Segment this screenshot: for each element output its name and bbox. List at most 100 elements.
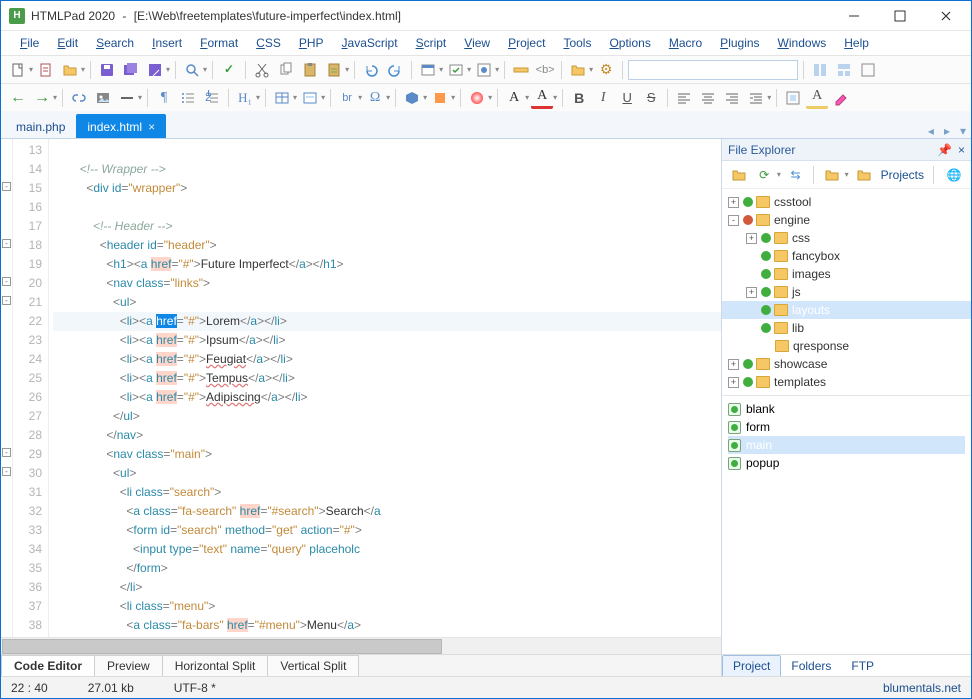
- strike-icon[interactable]: S: [640, 87, 662, 109]
- view-tab-preview[interactable]: Preview: [94, 655, 163, 676]
- bold-icon[interactable]: B: [568, 87, 590, 109]
- menu-script[interactable]: Script: [407, 33, 456, 53]
- new-project-icon[interactable]: [35, 59, 57, 81]
- menu-search[interactable]: Search: [87, 33, 143, 53]
- file-main[interactable]: main: [728, 436, 965, 454]
- save-icon[interactable]: [96, 59, 118, 81]
- menu-php[interactable]: PHP: [290, 33, 333, 53]
- tabs-next-icon[interactable]: ▸: [939, 124, 955, 138]
- window-layout-icon[interactable]: [833, 59, 855, 81]
- table-icon[interactable]: [271, 87, 293, 109]
- menu-windows[interactable]: Windows: [769, 33, 836, 53]
- window-split-icon[interactable]: [809, 59, 831, 81]
- close-button[interactable]: [923, 1, 969, 31]
- save-all-icon[interactable]: [120, 59, 142, 81]
- file-list[interactable]: blankformmainpopup: [722, 396, 971, 654]
- globe-icon[interactable]: 🌐: [943, 164, 965, 186]
- clipboard-history-icon[interactable]: [323, 59, 345, 81]
- close-tab-icon[interactable]: ×: [148, 120, 155, 134]
- folder-qresponse[interactable]: qresponse: [722, 337, 971, 355]
- omega-icon[interactable]: Ω: [364, 87, 386, 109]
- sync-icon[interactable]: ⇆: [785, 164, 806, 186]
- folder-showcase[interactable]: +showcase: [722, 355, 971, 373]
- frame-icon[interactable]: [782, 87, 804, 109]
- folder-engine[interactable]: -engine: [722, 211, 971, 229]
- menu-plugins[interactable]: Plugins: [711, 33, 768, 53]
- form-icon[interactable]: [299, 87, 321, 109]
- menu-css[interactable]: CSS: [247, 33, 290, 53]
- save-as-icon[interactable]: [144, 59, 166, 81]
- back-icon[interactable]: ←: [7, 87, 29, 109]
- file-form[interactable]: form: [728, 418, 965, 436]
- tag-icon[interactable]: [401, 87, 423, 109]
- ul-icon[interactable]: [177, 87, 199, 109]
- highlight-icon[interactable]: A: [806, 87, 828, 109]
- menu-tools[interactable]: Tools: [554, 33, 600, 53]
- undo-icon[interactable]: [360, 59, 382, 81]
- folder-csstool[interactable]: +csstool: [722, 193, 971, 211]
- paragraph-icon[interactable]: ¶: [153, 87, 175, 109]
- open-project-icon[interactable]: [821, 164, 842, 186]
- code-editor[interactable]: ------ 131415161718192021222324252627282…: [1, 139, 721, 637]
- link-icon[interactable]: [68, 87, 90, 109]
- menu-format[interactable]: Format: [191, 33, 247, 53]
- folder-tool-icon[interactable]: [567, 59, 589, 81]
- horizontal-scrollbar[interactable]: [1, 637, 721, 654]
- italic-icon[interactable]: I: [592, 87, 614, 109]
- quick-search-input[interactable]: [628, 60, 798, 80]
- panel-tab-ftp[interactable]: FTP: [841, 655, 884, 676]
- folder-images[interactable]: images: [722, 265, 971, 283]
- projects-icon[interactable]: [853, 164, 875, 186]
- redo-icon[interactable]: [384, 59, 406, 81]
- menu-view[interactable]: View: [455, 33, 499, 53]
- fullscreen-icon[interactable]: [857, 59, 879, 81]
- cut-icon[interactable]: [251, 59, 273, 81]
- view-tab-vertical-split[interactable]: Vertical Split: [267, 655, 359, 676]
- underline-icon[interactable]: U: [616, 87, 638, 109]
- folder-layouts[interactable]: layouts: [722, 301, 971, 319]
- eraser-icon[interactable]: [830, 87, 852, 109]
- image-icon[interactable]: [92, 87, 114, 109]
- ruler-icon[interactable]: [510, 59, 532, 81]
- forward-icon[interactable]: →: [31, 87, 53, 109]
- color-wheel-icon[interactable]: [466, 87, 488, 109]
- menu-macro[interactable]: Macro: [660, 33, 711, 53]
- open-file-icon[interactable]: [59, 59, 81, 81]
- align-center-icon[interactable]: [697, 87, 719, 109]
- tabs-menu-icon[interactable]: ▾: [955, 124, 971, 138]
- search-icon[interactable]: [181, 59, 203, 81]
- folder-tree[interactable]: +csstool-engine+cssfancyboximages+jslayo…: [722, 189, 971, 396]
- menu-options[interactable]: Options: [600, 33, 659, 53]
- spellcheck-icon[interactable]: ✓: [218, 59, 240, 81]
- panel-tab-project[interactable]: Project: [722, 655, 781, 676]
- browser-preview-icon[interactable]: [417, 59, 439, 81]
- font-color-icon[interactable]: A: [531, 87, 553, 109]
- settings-icon[interactable]: ⚙: [595, 59, 617, 81]
- validate-icon[interactable]: [445, 59, 467, 81]
- folder-css[interactable]: +css: [722, 229, 971, 247]
- div-icon[interactable]: [429, 87, 451, 109]
- format-icon[interactable]: [473, 59, 495, 81]
- maximize-button[interactable]: [877, 1, 923, 31]
- file-popup[interactable]: popup: [728, 454, 965, 472]
- tab-index-html[interactable]: index.html×: [76, 114, 166, 138]
- menu-edit[interactable]: Edit: [48, 33, 87, 53]
- panel-tab-folders[interactable]: Folders: [781, 655, 841, 676]
- align-left-icon[interactable]: [673, 87, 695, 109]
- pin-icon[interactable]: 📌: [937, 143, 952, 157]
- close-panel-icon[interactable]: ×: [958, 143, 965, 157]
- font-icon[interactable]: A: [503, 87, 525, 109]
- folder-templates[interactable]: +templates: [722, 373, 971, 391]
- hr-icon[interactable]: [116, 87, 138, 109]
- refresh-icon[interactable]: ⟳: [753, 164, 774, 186]
- indent-icon[interactable]: [745, 87, 767, 109]
- ol-icon[interactable]: 12: [201, 87, 223, 109]
- menu-help[interactable]: Help: [835, 33, 878, 53]
- menu-project[interactable]: Project: [499, 33, 554, 53]
- projects-label[interactable]: Projects: [881, 168, 924, 182]
- folder-js[interactable]: +js: [722, 283, 971, 301]
- copy-icon[interactable]: [275, 59, 297, 81]
- heading-icon[interactable]: H₁: [234, 87, 256, 109]
- folder-lib[interactable]: lib: [722, 319, 971, 337]
- minimize-button[interactable]: [831, 1, 877, 31]
